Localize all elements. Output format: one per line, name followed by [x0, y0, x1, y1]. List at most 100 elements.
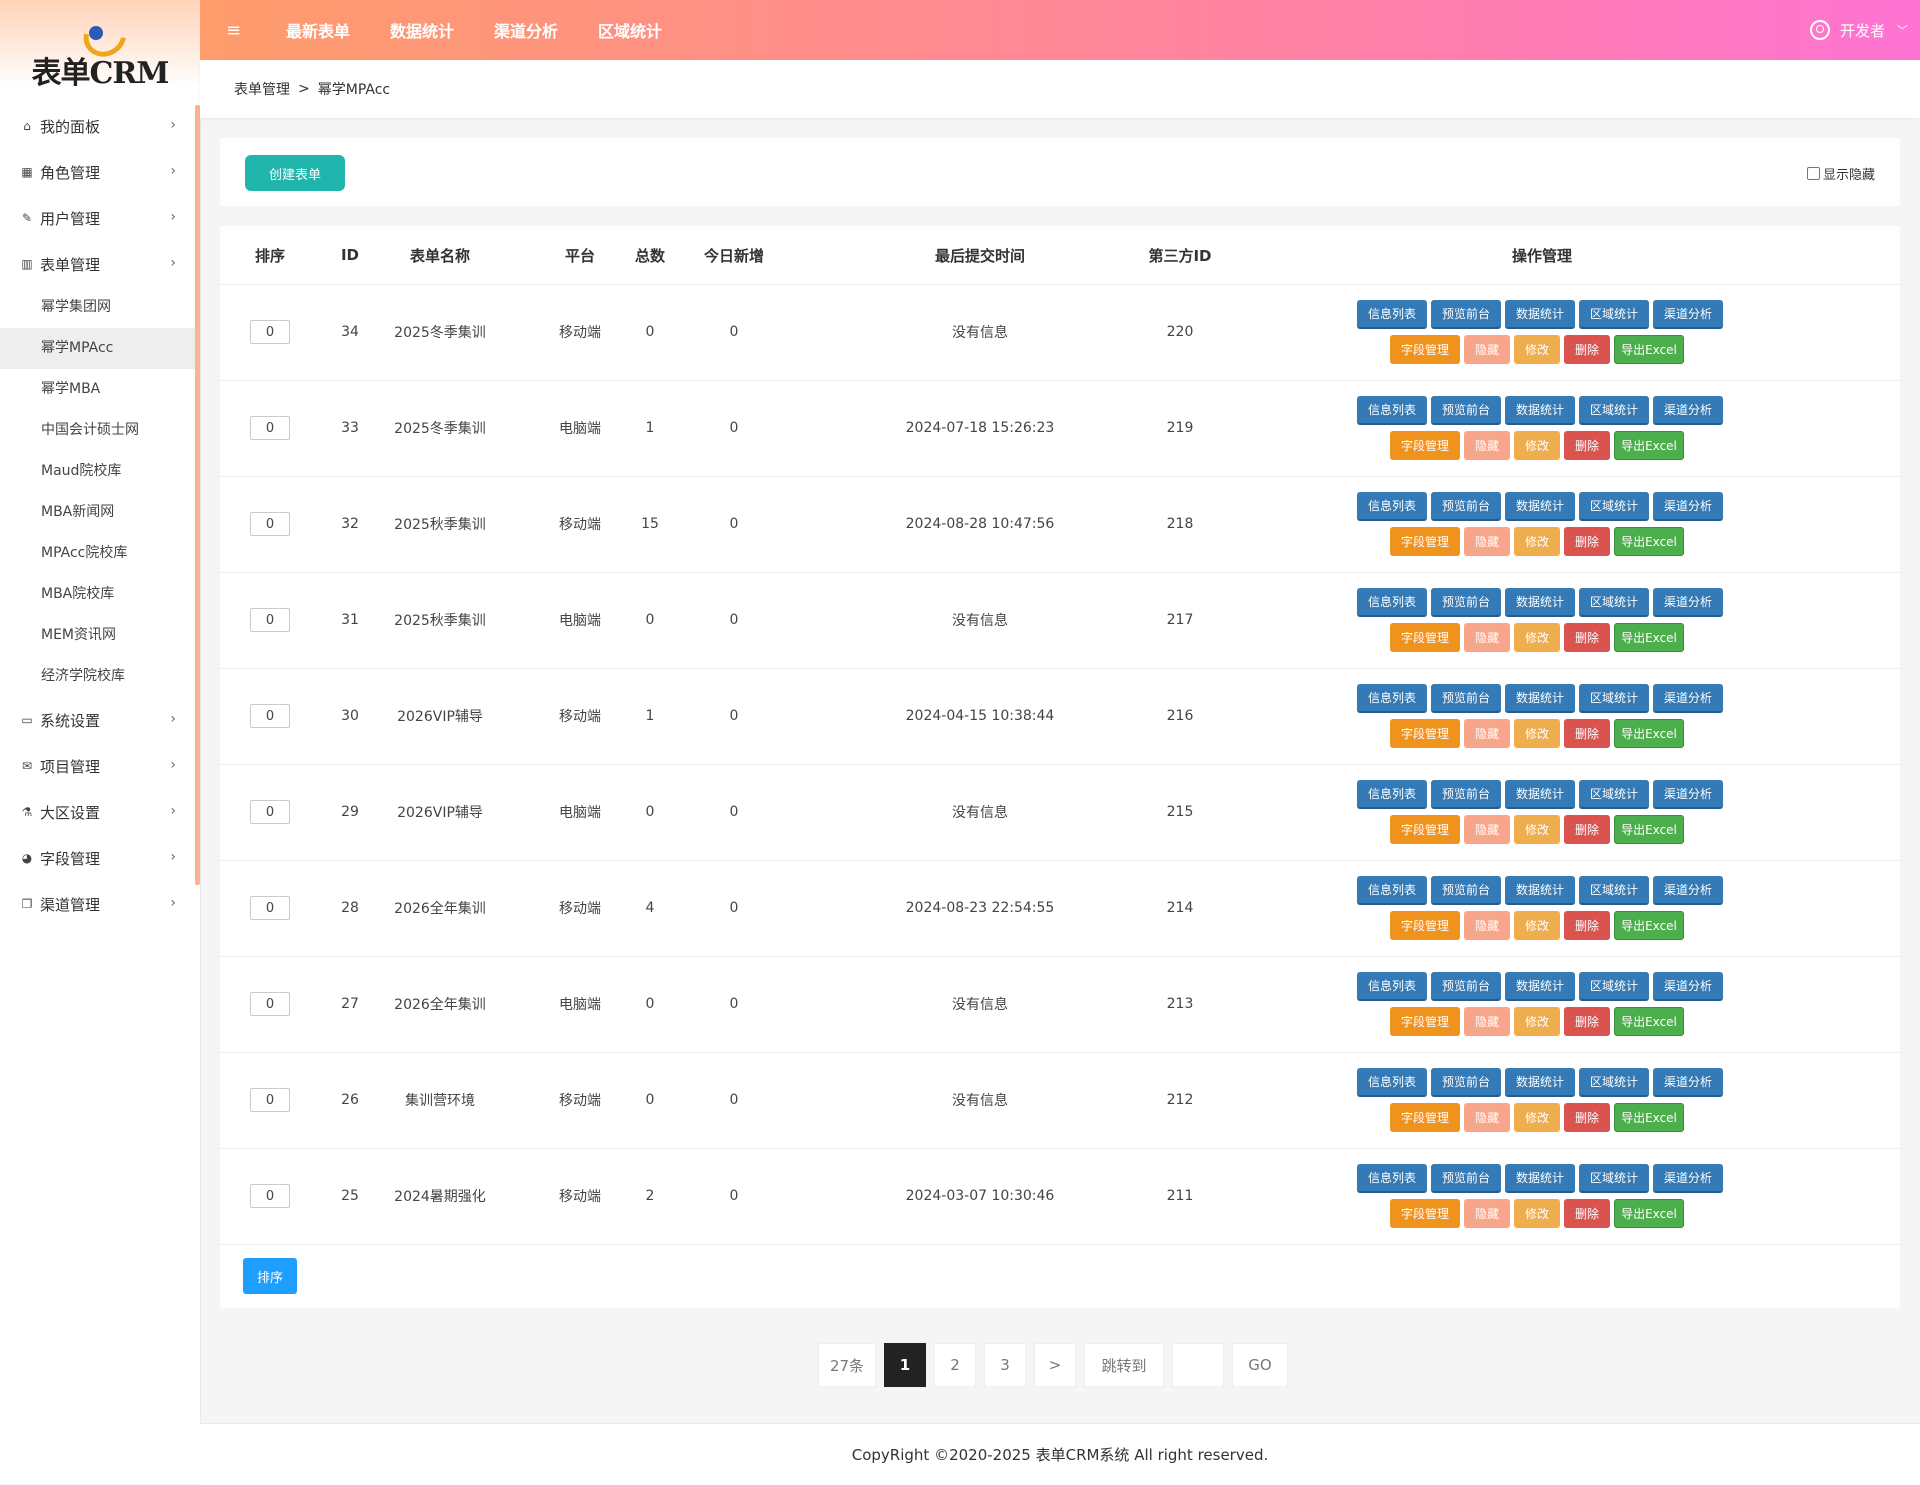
sidebar-item[interactable]: ✎ 用户管理 › — [0, 195, 200, 241]
channel-analysis-button[interactable]: 渠道分析 — [1653, 684, 1723, 713]
sidebar-item[interactable]: ✉ 项目管理 › — [0, 743, 200, 789]
sidebar-subitem[interactable]: 幂学MPAcc — [0, 328, 200, 369]
info-list-button[interactable]: 信息列表 — [1357, 972, 1427, 1001]
info-list-button[interactable]: 信息列表 — [1357, 588, 1427, 617]
menu-toggle-icon[interactable]: ≡ — [226, 20, 246, 41]
edit-button[interactable]: 修改 — [1514, 1199, 1560, 1228]
region-stats-button[interactable]: 区域统计 — [1579, 1068, 1649, 1097]
sort-input[interactable]: 0 — [250, 512, 290, 536]
preview-button[interactable]: 预览前台 — [1431, 780, 1501, 809]
data-stats-button[interactable]: 数据统计 — [1505, 492, 1575, 521]
hide-button[interactable]: 隐藏 — [1464, 1007, 1510, 1036]
page-button[interactable]: 1 — [884, 1343, 926, 1387]
delete-button[interactable]: 删除 — [1564, 335, 1610, 364]
field-manage-button[interactable]: 字段管理 — [1390, 527, 1460, 556]
hide-button[interactable]: 隐藏 — [1464, 431, 1510, 460]
edit-button[interactable]: 修改 — [1514, 623, 1560, 652]
edit-button[interactable]: 修改 — [1514, 911, 1560, 940]
sidebar-item[interactable]: ⚗ 大区设置 › — [0, 789, 200, 835]
logo[interactable]: 表单CRM — [0, 0, 200, 103]
sidebar-item[interactable]: ▭ 系统设置 › — [0, 697, 200, 743]
sidebar-item[interactable]: ▥ 表单管理 › — [0, 241, 200, 287]
data-stats-button[interactable]: 数据统计 — [1505, 780, 1575, 809]
hide-button[interactable]: 隐藏 — [1464, 1199, 1510, 1228]
region-stats-button[interactable]: 区域统计 — [1579, 1164, 1649, 1193]
hide-button[interactable]: 隐藏 — [1464, 719, 1510, 748]
edit-button[interactable]: 修改 — [1514, 1103, 1560, 1132]
top-nav-item[interactable]: 最新表单 — [286, 18, 350, 42]
export-excel-button[interactable]: 导出Excel — [1614, 623, 1684, 652]
sidebar-subitem[interactable]: 经济学院校库 — [0, 656, 200, 697]
edit-button[interactable]: 修改 — [1514, 527, 1560, 556]
channel-analysis-button[interactable]: 渠道分析 — [1653, 1068, 1723, 1097]
info-list-button[interactable]: 信息列表 — [1357, 684, 1427, 713]
field-manage-button[interactable]: 字段管理 — [1390, 815, 1460, 844]
channel-analysis-button[interactable]: 渠道分析 — [1653, 876, 1723, 905]
data-stats-button[interactable]: 数据统计 — [1505, 300, 1575, 329]
edit-button[interactable]: 修改 — [1514, 815, 1560, 844]
delete-button[interactable]: 删除 — [1564, 1103, 1610, 1132]
hide-button[interactable]: 隐藏 — [1464, 335, 1510, 364]
preview-button[interactable]: 预览前台 — [1431, 396, 1501, 425]
info-list-button[interactable]: 信息列表 — [1357, 492, 1427, 521]
preview-button[interactable]: 预览前台 — [1431, 1068, 1501, 1097]
info-list-button[interactable]: 信息列表 — [1357, 300, 1427, 329]
field-manage-button[interactable]: 字段管理 — [1390, 335, 1460, 364]
region-stats-button[interactable]: 区域统计 — [1579, 684, 1649, 713]
hide-button[interactable]: 隐藏 — [1464, 911, 1510, 940]
field-manage-button[interactable]: 字段管理 — [1390, 911, 1460, 940]
page-button[interactable]: 2 — [934, 1343, 976, 1387]
channel-analysis-button[interactable]: 渠道分析 — [1653, 396, 1723, 425]
info-list-button[interactable]: 信息列表 — [1357, 1164, 1427, 1193]
hide-button[interactable]: 隐藏 — [1464, 1103, 1510, 1132]
sidebar-item[interactable]: ❐ 渠道管理 › — [0, 881, 200, 927]
info-list-button[interactable]: 信息列表 — [1357, 1068, 1427, 1097]
edit-button[interactable]: 修改 — [1514, 1007, 1560, 1036]
field-manage-button[interactable]: 字段管理 — [1390, 431, 1460, 460]
export-excel-button[interactable]: 导出Excel — [1614, 335, 1684, 364]
channel-analysis-button[interactable]: 渠道分析 — [1653, 300, 1723, 329]
preview-button[interactable]: 预览前台 — [1431, 972, 1501, 1001]
info-list-button[interactable]: 信息列表 — [1357, 780, 1427, 809]
create-form-button[interactable]: 创建表单 — [245, 155, 345, 191]
info-list-button[interactable]: 信息列表 — [1357, 396, 1427, 425]
hide-button[interactable]: 隐藏 — [1464, 623, 1510, 652]
delete-button[interactable]: 删除 — [1564, 815, 1610, 844]
sort-input[interactable]: 0 — [250, 1088, 290, 1112]
sidebar-subitem[interactable]: MPAcc院校库 — [0, 533, 200, 574]
sidebar-item[interactable]: ◕ 字段管理 › — [0, 835, 200, 881]
export-excel-button[interactable]: 导出Excel — [1614, 431, 1684, 460]
export-excel-button[interactable]: 导出Excel — [1614, 719, 1684, 748]
hide-button[interactable]: 隐藏 — [1464, 815, 1510, 844]
top-nav-item[interactable]: 数据统计 — [390, 18, 454, 42]
field-manage-button[interactable]: 字段管理 — [1390, 1103, 1460, 1132]
delete-button[interactable]: 删除 — [1564, 527, 1610, 556]
delete-button[interactable]: 删除 — [1564, 431, 1610, 460]
user-menu[interactable]: 开发者 ﹀ — [1809, 0, 1908, 60]
sidebar-subitem[interactable]: 中国会计硕士网 — [0, 410, 200, 451]
data-stats-button[interactable]: 数据统计 — [1505, 396, 1575, 425]
sort-input[interactable]: 0 — [250, 896, 290, 920]
export-excel-button[interactable]: 导出Excel — [1614, 1103, 1684, 1132]
channel-analysis-button[interactable]: 渠道分析 — [1653, 1164, 1723, 1193]
region-stats-button[interactable]: 区域统计 — [1579, 492, 1649, 521]
channel-analysis-button[interactable]: 渠道分析 — [1653, 492, 1723, 521]
region-stats-button[interactable]: 区域统计 — [1579, 300, 1649, 329]
sort-submit-button[interactable]: 排序 — [243, 1258, 297, 1294]
channel-analysis-button[interactable]: 渠道分析 — [1653, 588, 1723, 617]
preview-button[interactable]: 预览前台 — [1431, 876, 1501, 905]
sort-input[interactable]: 0 — [250, 320, 290, 344]
sidebar-subitem[interactable]: Maud院校库 — [0, 451, 200, 492]
export-excel-button[interactable]: 导出Excel — [1614, 815, 1684, 844]
sidebar-subitem[interactable]: 幂学集团网 — [0, 287, 200, 328]
info-list-button[interactable]: 信息列表 — [1357, 876, 1427, 905]
data-stats-button[interactable]: 数据统计 — [1505, 972, 1575, 1001]
data-stats-button[interactable]: 数据统计 — [1505, 1164, 1575, 1193]
field-manage-button[interactable]: 字段管理 — [1390, 1199, 1460, 1228]
delete-button[interactable]: 删除 — [1564, 1199, 1610, 1228]
field-manage-button[interactable]: 字段管理 — [1390, 719, 1460, 748]
go-button[interactable]: GO — [1232, 1343, 1288, 1387]
export-excel-button[interactable]: 导出Excel — [1614, 527, 1684, 556]
delete-button[interactable]: 删除 — [1564, 911, 1610, 940]
sidebar-subitem[interactable]: MBA新闻网 — [0, 492, 200, 533]
